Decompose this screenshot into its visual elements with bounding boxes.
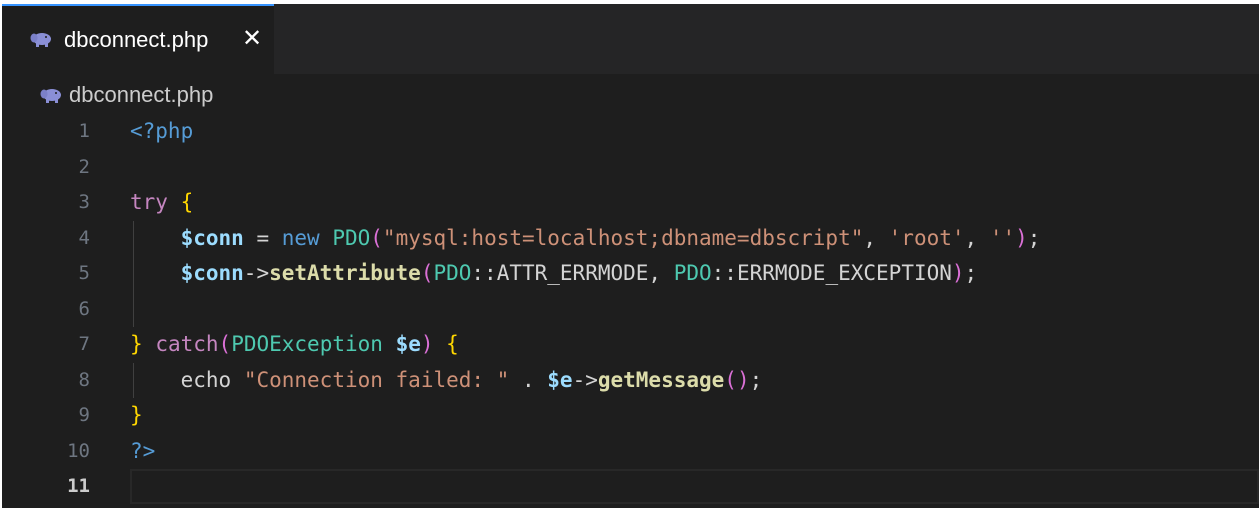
code-line[interactable]: $conn = new PDO("mysql:host=localhost;db… [130, 221, 1041, 256]
close-icon[interactable]: ✕ [240, 26, 264, 50]
code-token: () [724, 367, 750, 392]
code-token: -> [243, 261, 270, 285]
code-token: ?> [130, 438, 156, 463]
code-line[interactable]: <?php [130, 114, 193, 149]
code-token: ; [749, 367, 763, 392]
code-token: "mysql:host=localhost;dbname=dbscript" [382, 225, 864, 250]
php-elephant-icon [40, 89, 61, 103]
code-editor: dbconnect.php ✕ dbconnect.php 1 <?php 2 3 tr… [2, 4, 1259, 508]
code-token: ) [1015, 225, 1028, 250]
code-token: -> [572, 367, 598, 392]
code-token: ERRMODE_EXCEPTION [736, 261, 952, 285]
code-token: try [130, 190, 168, 214]
code-token: $conn [180, 225, 244, 250]
code-token: 'root' [888, 225, 965, 250]
line-number: 2 [78, 155, 90, 178]
code-line[interactable]: $conn->setAttribute(PDO::ATTR_ERRMODE, P… [130, 256, 978, 291]
code-line[interactable]: ?> [130, 434, 155, 469]
code-token: new [281, 225, 320, 250]
code-line[interactable]: } catch(PDOException $e) { [130, 327, 459, 362]
tab-dbconnect[interactable]: dbconnect.php ✕ [2, 4, 274, 74]
code-token: $e [547, 367, 573, 392]
code-token: :: [471, 261, 497, 285]
current-line-highlight [130, 469, 1259, 504]
code-token: $conn [180, 261, 244, 285]
code-token: . [509, 367, 548, 392]
code-token: ( [218, 332, 232, 356]
code-token: ATTR_ERRMODE [496, 261, 649, 285]
line-number: 3 [78, 191, 90, 213]
code-token: setAttribute [269, 261, 421, 285]
code-token: <?php [130, 119, 194, 143]
tab-bar: dbconnect.php ✕ [2, 4, 1259, 74]
line-number: 5 [78, 262, 90, 284]
code-token: getMessage [597, 367, 725, 392]
line-number: 6 [78, 297, 90, 320]
code-token: ; [1027, 225, 1041, 250]
line-number: 9 [78, 404, 90, 426]
code-line[interactable]: } [130, 398, 143, 433]
indent-guide [133, 362, 134, 398]
line-number: 1 [78, 120, 90, 142]
code-token: catch [155, 332, 219, 356]
php-elephant-icon [30, 33, 51, 47]
code-token: ) [951, 261, 965, 285]
code-token: , [964, 225, 990, 250]
line-number: 7 [78, 333, 90, 355]
breadcrumb-item-file[interactable]: dbconnect.php [69, 82, 213, 108]
line-number: 11 [67, 475, 90, 497]
code-token: , [648, 261, 674, 285]
code-token: ) [420, 332, 434, 356]
line-number: 4 [78, 226, 90, 249]
code-token: } [130, 403, 143, 427]
code-token: { [180, 190, 194, 214]
indent-guide [133, 220, 134, 327]
code-token: } [130, 332, 143, 356]
code-token: PDOException [231, 332, 383, 356]
tab-label: dbconnect.php [64, 27, 209, 52]
code-line[interactable]: echo "Connection failed: " . $e->getMess… [130, 363, 763, 398]
code-token: ( [420, 261, 434, 285]
code-token: , [863, 225, 889, 250]
line-number: 10 [67, 439, 90, 462]
code-token: $e [395, 332, 421, 356]
code-token: PDO [433, 261, 472, 285]
code-token: ; [964, 261, 978, 285]
line-number: 8 [78, 368, 90, 391]
code-token: PDO [332, 225, 371, 250]
code-token: :: [711, 261, 737, 285]
code-token: '' [989, 225, 1016, 250]
code-token: PDO [673, 261, 712, 285]
code-token: echo [180, 367, 232, 392]
breadcrumb: dbconnect.php [2, 74, 1259, 116]
code-token: ( [370, 225, 383, 250]
code-token: { [446, 332, 459, 356]
code-token: "Connection failed: " [243, 367, 510, 392]
code-token: = [243, 225, 282, 250]
code-line[interactable]: try { [130, 185, 193, 220]
